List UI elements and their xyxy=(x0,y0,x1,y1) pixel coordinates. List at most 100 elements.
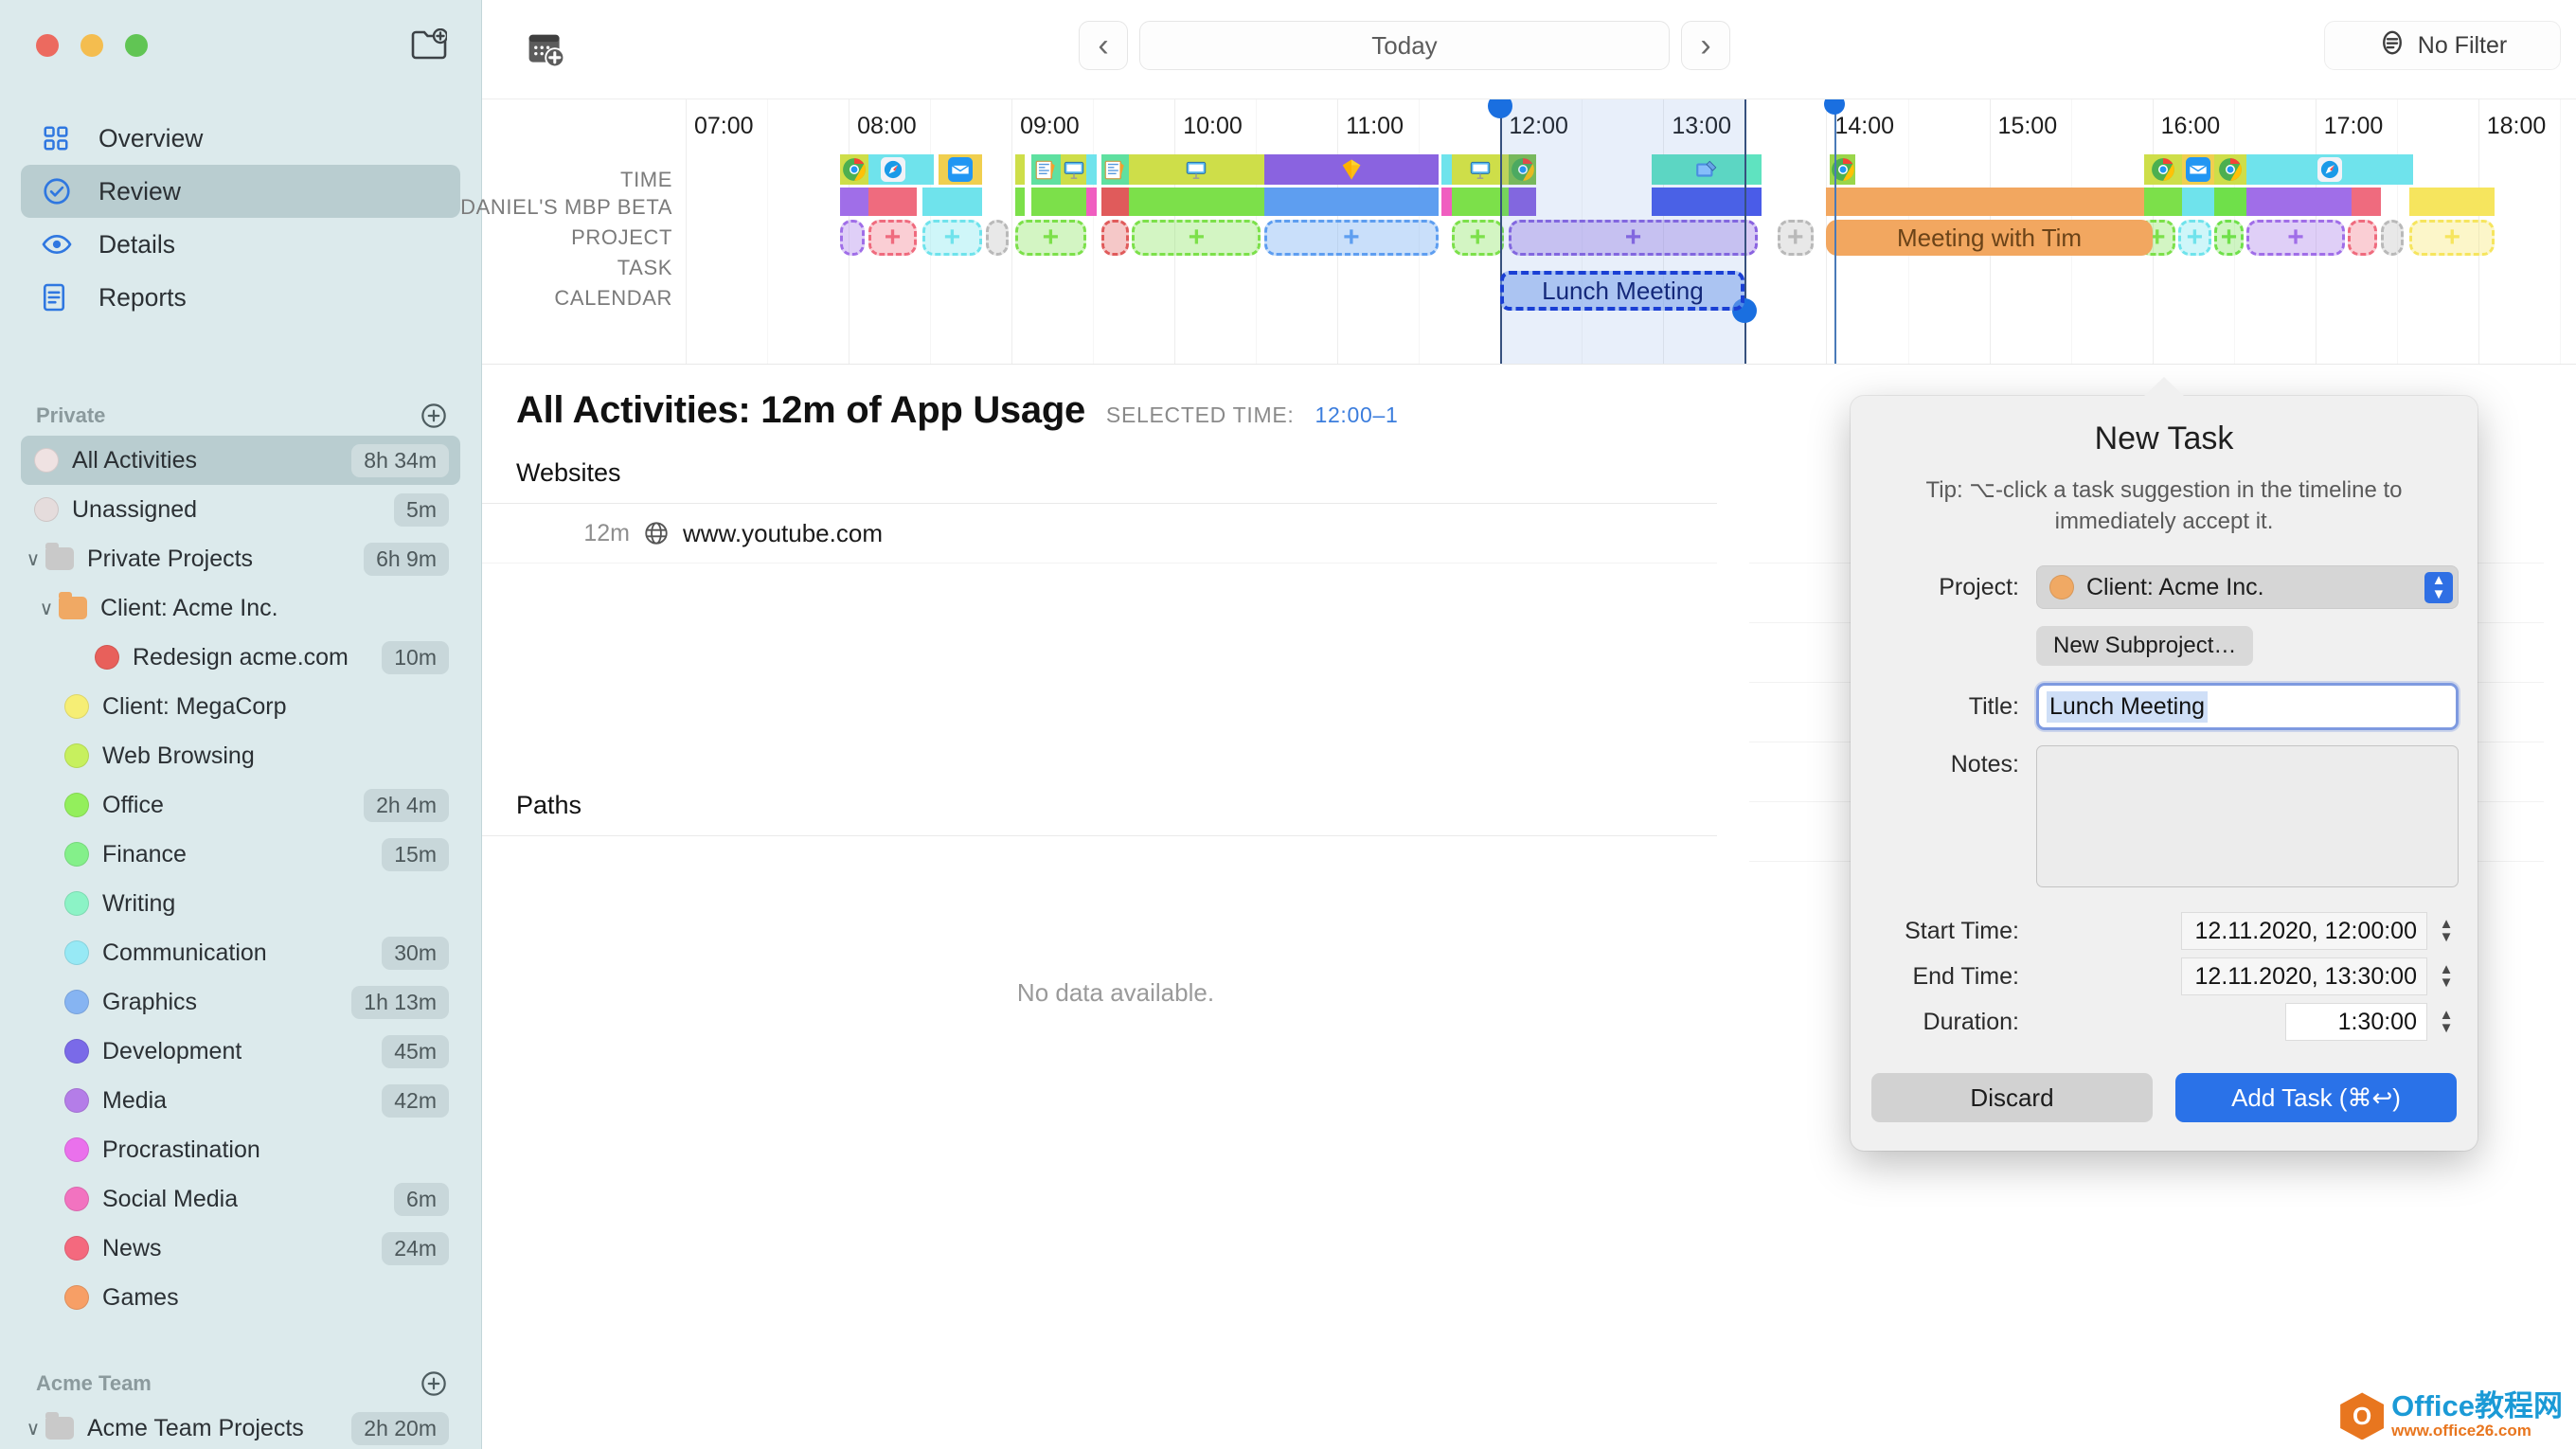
timeline-project-block[interactable] xyxy=(1441,188,1451,216)
discard-button[interactable]: Discard xyxy=(1871,1073,2153,1122)
sidebar-item-overview[interactable]: Overview xyxy=(21,112,460,165)
timeline-project-block[interactable] xyxy=(1826,188,2152,216)
sidebar-project-row[interactable]: News24m xyxy=(21,1224,460,1273)
timeline-project-block[interactable] xyxy=(1264,188,1439,216)
timeline-task-suggestion[interactable]: + xyxy=(1778,220,1814,256)
timeline-project-block[interactable] xyxy=(868,188,918,216)
next-day-button[interactable]: › xyxy=(1681,21,1730,70)
sidebar-project-row[interactable]: ∨Private Projects6h 9m xyxy=(21,534,460,583)
sidebar-project-row[interactable]: Writing xyxy=(21,879,460,928)
timeline-project-block[interactable] xyxy=(2246,188,2351,216)
sidebar-project-row[interactable]: Unassigned5m xyxy=(21,485,460,534)
minimize-button[interactable] xyxy=(80,34,103,57)
timeline-task-suggestion[interactable]: + xyxy=(2178,220,2210,256)
chevron-down-icon[interactable]: ∨ xyxy=(21,547,45,571)
timeline-task-suggestion[interactable] xyxy=(840,220,865,256)
sidebar-project-row[interactable]: Web Browsing xyxy=(21,731,460,780)
duration-stepper[interactable]: ▲▼ xyxy=(2434,1003,2459,1041)
sidebar-project-row[interactable]: Procrastination xyxy=(21,1125,460,1174)
project-select[interactable]: Client: Acme Inc. ▲▼ xyxy=(2036,565,2459,609)
timeline-app-block[interactable] xyxy=(1441,154,1451,185)
start-time-input[interactable]: 12.11.2020, 12:00:00 xyxy=(2181,912,2427,950)
add-task-button[interactable]: Add Task (⌘↩) xyxy=(2175,1073,2457,1122)
zoom-button[interactable] xyxy=(125,34,148,57)
close-button[interactable] xyxy=(36,34,59,57)
timeline-app-block[interactable] xyxy=(917,154,933,185)
sidebar-project-row[interactable]: Games xyxy=(21,1273,460,1322)
sidebar-item-reports[interactable]: Reports xyxy=(21,271,460,324)
timeline-gridline-half xyxy=(1093,99,1094,365)
calendar-plus-icon[interactable] xyxy=(527,30,566,68)
duration-input[interactable]: 1:30:00 xyxy=(2285,1003,2427,1041)
prev-day-button[interactable]: ‹ xyxy=(1079,21,1128,70)
timeline-project-block[interactable] xyxy=(2409,188,2494,216)
timeline-task-suggestion[interactable] xyxy=(2348,220,2377,256)
timeline-task-suggestion[interactable]: + xyxy=(2409,220,2494,256)
sidebar-item-review[interactable]: Review xyxy=(21,165,460,218)
plus-icon: + xyxy=(1787,224,1804,252)
sidebar-project-row[interactable]: Media42m xyxy=(21,1076,460,1125)
timeline-project-block[interactable] xyxy=(1509,188,1536,216)
title-input[interactable]: Lunch Meeting xyxy=(2036,683,2459,730)
timeline-project-block[interactable] xyxy=(1015,188,1025,216)
sidebar-project-row[interactable]: Graphics1h 13m xyxy=(21,977,460,1027)
sidebar-item-details[interactable]: Details xyxy=(21,218,460,271)
timeline-task-suggestion[interactable]: + xyxy=(2214,220,2244,256)
timeline-task-event[interactable]: Meeting with Tim xyxy=(1826,220,2152,256)
timeline-project-block[interactable] xyxy=(1129,188,1264,216)
sidebar-project-row[interactable]: Finance15m xyxy=(21,830,460,879)
timeline-task-suggestion[interactable]: + xyxy=(1264,220,1439,256)
sidebar-project-row[interactable]: Client: MegaCorp xyxy=(21,682,460,731)
sidebar-project-row[interactable]: Development45m xyxy=(21,1027,460,1076)
timeline-task-suggestion[interactable]: + xyxy=(1509,220,1758,256)
timeline-task-suggestion[interactable]: + xyxy=(2246,220,2344,256)
timeline-project-block[interactable] xyxy=(1031,188,1087,216)
timeline-project-block[interactable] xyxy=(840,188,868,216)
timeline-project-block[interactable] xyxy=(922,188,983,216)
timeline-project-block[interactable] xyxy=(1086,188,1096,216)
new-subproject-button[interactable]: New Subproject… xyxy=(2036,626,2253,666)
sidebar-project-row[interactable]: Redesign acme.com10m xyxy=(21,633,460,682)
timeline-task-suggestion[interactable] xyxy=(2381,220,2404,256)
new-task-dialog[interactable]: New Task Tip: ⌥-click a task suggestion … xyxy=(1851,396,2478,1151)
timeline-task-suggestion[interactable]: + xyxy=(1132,220,1261,256)
timeline-task-suggestion[interactable]: + xyxy=(868,220,918,256)
timeline[interactable]: TIME DANIEL'S MBP BETA PROJECT TASK CALE… xyxy=(482,98,2576,364)
plus-circle-icon[interactable] xyxy=(420,1370,447,1397)
timeline-project-block[interactable] xyxy=(2214,188,2246,216)
timeline-calendar-event[interactable]: Lunch Meeting xyxy=(1500,271,1744,311)
today-button[interactable]: Today xyxy=(1139,21,1670,70)
sidebar-project-row[interactable]: Office2h 4m xyxy=(21,780,460,830)
notes-textarea[interactable] xyxy=(2036,745,2459,887)
plus-circle-icon[interactable] xyxy=(420,402,447,429)
timeline-project-block[interactable] xyxy=(2182,188,2214,216)
timeline-project-block[interactable] xyxy=(2352,188,2381,216)
filter-button[interactable]: No Filter xyxy=(2324,21,2561,70)
timeline-selection-edge[interactable] xyxy=(1500,99,1502,365)
timeline-task-suggestion[interactable] xyxy=(986,220,1009,256)
start-time-stepper[interactable]: ▲▼ xyxy=(2434,912,2459,950)
sidebar-project-label: Writing xyxy=(102,890,175,918)
chevron-down-icon[interactable]: ∨ xyxy=(21,1417,45,1440)
timeline-selection-edge[interactable] xyxy=(1744,99,1746,365)
new-folder-icon[interactable] xyxy=(411,28,447,61)
sidebar-project-row[interactable]: All Activities8h 34m xyxy=(21,436,460,485)
timeline-project-block[interactable] xyxy=(2144,188,2182,216)
end-time-stepper[interactable]: ▲▼ xyxy=(2434,957,2459,995)
website-row[interactable]: 12mwww.youtube.com xyxy=(482,504,1717,564)
sidebar-project-row[interactable]: ∨Client: Acme Inc. xyxy=(21,583,460,633)
timeline-task-suggestion[interactable]: + xyxy=(1452,220,1504,256)
sidebar-project-row[interactable]: ∨Acme Team Projects2h 20m xyxy=(21,1404,460,1449)
timeline-project-block[interactable] xyxy=(1101,188,1129,216)
timeline-app-block[interactable] xyxy=(1086,154,1096,185)
chevron-down-icon[interactable]: ∨ xyxy=(34,597,59,620)
timeline-app-block[interactable] xyxy=(1015,154,1025,185)
timeline-task-suggestion[interactable]: + xyxy=(922,220,983,256)
sidebar-project-row[interactable]: Communication30m xyxy=(21,928,460,977)
end-time-input[interactable]: 12.11.2020, 13:30:00 xyxy=(2181,957,2427,995)
timeline-canvas[interactable]: 07:0008:0009:0010:0011:0012:0013:0014:00… xyxy=(686,99,2576,365)
timeline-task-suggestion[interactable]: + xyxy=(1015,220,1087,256)
timeline-task-suggestion[interactable] xyxy=(1101,220,1129,256)
sidebar-item-label: Details xyxy=(98,230,175,259)
sidebar-project-row[interactable]: Social Media6m xyxy=(21,1174,460,1224)
